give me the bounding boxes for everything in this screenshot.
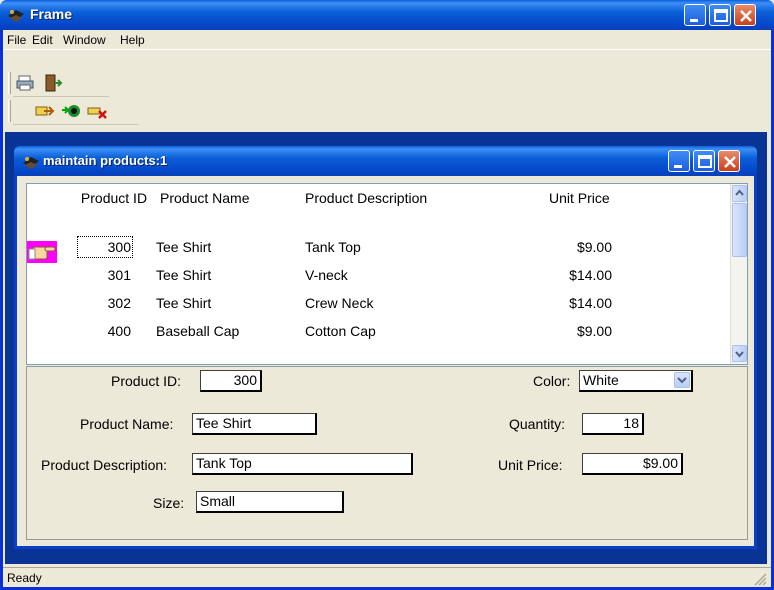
product-grid[interactable]: Product ID Product Name Product Descript… [26,183,748,365]
close-icon [724,156,736,168]
maximize-icon [714,9,728,22]
cell-product-id[interactable]: 302 [77,295,131,311]
cell-product-description[interactable]: Cotton Cap [305,323,376,339]
chevron-down-icon [735,351,744,358]
chevron-up-icon [735,189,744,196]
toolbar-2 [3,97,771,125]
cell-product-name[interactable]: Tee Shirt [156,239,211,255]
cell-product-id[interactable]: 301 [77,267,131,283]
insert-row-icon[interactable] [35,102,55,120]
close-icon [740,10,752,22]
status-text: Ready [7,571,42,585]
delete-row-icon[interactable] [87,102,107,120]
child-close-button[interactable] [718,150,740,172]
menu-window[interactable]: Window [63,33,106,47]
retrieve-icon[interactable] [61,102,81,120]
cell-product-name[interactable]: Baseball Cap [156,323,239,339]
color-label: Color: [533,373,571,389]
cell-product-description[interactable]: Tank Top [305,239,361,255]
child-window-title: maintain products:1 [43,153,168,168]
window-title: Frame [30,6,73,22]
product-id-label: Product ID: [111,373,182,389]
product-name-label: Product Name: [80,416,174,432]
print-icon[interactable] [15,74,35,92]
size-field[interactable]: Small [196,491,344,513]
color-select[interactable]: White [579,370,693,392]
app-icon [8,10,24,22]
child-title-bar[interactable]: maintain products:1 [14,146,757,176]
cell-product-description[interactable]: V-neck [305,267,348,283]
vertical-scrollbar[interactable] [730,184,747,364]
column-header-product-name: Product Name [160,190,250,206]
menu-edit[interactable]: Edit [32,33,53,47]
cell-unit-price[interactable]: $9.00 [527,323,612,339]
unit-price-field[interactable]: $9.00 [582,453,683,475]
maximize-button[interactable] [709,4,731,26]
product-detail-form: Product ID: 300 Product Name: Tee Shirt … [26,366,748,540]
menu-file[interactable]: File [7,33,26,47]
cell-product-name[interactable]: Tee Shirt [156,295,211,311]
child-app-icon [23,157,39,169]
dropdown-button[interactable] [674,372,690,388]
maximize-icon [698,155,712,168]
menu-bar: File Edit Window Help [3,30,771,50]
quantity-label: Quantity: [509,416,566,432]
scroll-down-button[interactable] [732,345,747,362]
current-row-indicator [27,241,57,263]
main-window: Frame File Edit Window Help maintain pro… [0,0,774,590]
product-name-field[interactable]: Tee Shirt [192,413,317,435]
cell-product-id[interactable]: 300 [77,239,131,255]
cell-product-id[interactable]: 400 [77,323,131,339]
column-header-product-id: Product ID [80,190,148,206]
child-window: maintain products:1 Product ID Product N… [14,146,757,549]
cell-product-description[interactable]: Crew Neck [305,295,373,311]
child-maximize-button[interactable] [693,150,715,172]
scroll-thumb[interactable] [732,203,747,257]
toolbar-grip[interactable] [8,100,11,122]
child-minimize-button[interactable] [668,150,690,172]
minimize-icon [690,19,698,22]
product-id-field[interactable]: 300 [200,370,262,392]
close-button[interactable] [734,4,756,26]
scroll-up-button[interactable] [732,185,747,202]
cell-product-name[interactable]: Tee Shirt [156,267,211,283]
column-header-product-description: Product Description [305,190,428,206]
resize-grip-icon[interactable] [753,572,767,586]
column-header-unit-price: Unit Price [549,190,610,206]
quantity-field[interactable]: 18 [582,413,644,435]
product-description-label: Product Description: [41,457,168,473]
minimize-button[interactable] [684,4,706,26]
cell-unit-price[interactable]: $9.00 [527,239,612,255]
toolbar-1 [3,69,771,97]
unit-price-label: Unit Price: [498,457,563,473]
size-label: Size: [153,495,185,511]
product-description-field[interactable]: Tank Top [192,453,413,475]
status-bar: Ready [3,567,771,587]
chevron-down-icon [677,377,687,384]
title-bar[interactable]: Frame [0,0,774,30]
exit-door-icon[interactable] [43,74,63,92]
color-select-value: White [583,372,619,388]
cell-unit-price[interactable]: $14.00 [527,267,612,283]
toolbar-grip[interactable] [8,72,11,94]
pointing-hand-icon [28,246,56,260]
minimize-icon [674,165,682,168]
menu-help[interactable]: Help [120,33,145,47]
mdi-client-area: maintain products:1 Product ID Product N… [5,132,767,564]
cell-unit-price[interactable]: $14.00 [527,295,612,311]
